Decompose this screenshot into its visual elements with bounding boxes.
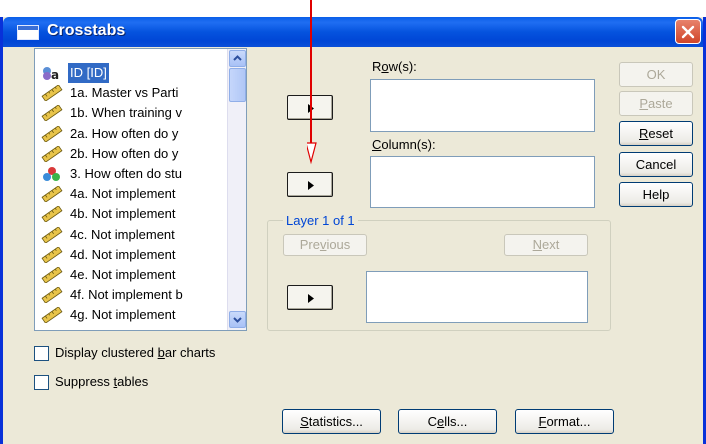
variable-list-item[interactable]: 3. How often do stu <box>37 164 227 184</box>
variable-label: 4b. Not implement <box>70 206 176 222</box>
columns-label: Column(s): <box>372 137 436 152</box>
rows-label: Row(s): <box>372 59 417 74</box>
columns-list[interactable] <box>370 156 595 208</box>
ok-button[interactable]: OK <box>619 62 693 87</box>
variable-label: 3. How often do stu <box>70 166 183 181</box>
svg-text:a: a <box>51 68 59 81</box>
suppress-tables-label[interactable]: Suppress tables <box>55 374 148 389</box>
variable-label: ID [ID] <box>68 63 109 83</box>
chevron-up-icon <box>233 55 242 61</box>
variable-label: 4f. Not implement b <box>70 287 183 303</box>
variable-label: 4a. Not implement <box>70 186 176 202</box>
next-button[interactable]: Next <box>504 234 588 256</box>
scroll-up-button[interactable] <box>229 50 246 67</box>
scale-ruler-icon <box>41 205 63 224</box>
nominal-id-icon: a <box>41 65 63 82</box>
scale-ruler-icon <box>41 124 63 143</box>
close-icon <box>681 25 695 39</box>
scroll-thumb[interactable] <box>229 68 246 102</box>
title-bar[interactable]: Crosstabs <box>3 17 703 47</box>
help-button[interactable]: Help <box>619 182 693 207</box>
chevron-down-icon <box>233 317 242 323</box>
variable-label: 1a. Master vs Parti <box>70 85 179 101</box>
previous-button[interactable]: Previous <box>283 234 367 256</box>
nominal-balls-icon <box>41 166 63 182</box>
variable-list-item[interactable]: 4c. Not implement <box>37 225 227 245</box>
scroll-down-button[interactable] <box>229 311 246 328</box>
scale-ruler-icon <box>41 185 63 203</box>
variable-list-scrollbar[interactable] <box>227 49 246 330</box>
variable-label: 4c. Not implement <box>70 226 175 242</box>
scale-ruler-icon <box>41 145 63 163</box>
statistics-button[interactable]: Statistics... <box>282 409 381 434</box>
window-title: Crosstabs <box>47 22 126 39</box>
variable-label: 2a. How often do y <box>70 125 179 141</box>
paste-button[interactable]: Paste <box>619 91 693 116</box>
variable-list-item[interactable]: 1b. When training v <box>37 103 227 123</box>
window-icon <box>17 25 39 40</box>
variable-list-item[interactable]: a ID [ID] <box>37 63 227 83</box>
cancel-button[interactable]: Cancel <box>619 152 693 177</box>
variable-list-item[interactable]: 4b. Not implement <box>37 204 227 224</box>
cells-button[interactable]: Cells... <box>398 409 497 434</box>
layer-list[interactable] <box>366 271 588 323</box>
scale-ruler-icon <box>41 246 63 264</box>
scale-ruler-icon <box>41 266 63 284</box>
variable-list-item[interactable]: 4a. Not implement <box>37 184 227 204</box>
variable-list[interactable]: 4g. Not implement 4f. Not implement b 4e. … <box>34 48 247 331</box>
variable-list-item[interactable]: 2b. How often do y <box>37 144 227 164</box>
scale-ruler-icon <box>41 286 63 304</box>
clustered-bar-charts-checkbox[interactable] <box>34 346 49 361</box>
suppress-tables-checkbox[interactable] <box>34 375 49 390</box>
reset-button[interactable]: Reset <box>619 121 693 146</box>
variable-label: 4d. Not implement <box>70 246 176 262</box>
annotation-arrow <box>307 0 317 165</box>
variable-label: 4e. Not implement <box>70 267 176 282</box>
variable-list-item[interactable]: 4f. Not implement b <box>37 285 227 305</box>
close-button[interactable] <box>675 19 701 44</box>
clustered-bar-charts-label[interactable]: Display clustered bar charts <box>55 345 215 360</box>
scale-ruler-icon <box>41 306 63 325</box>
variable-list-item[interactable]: 4g. Not implement <box>37 305 227 325</box>
rows-list[interactable] <box>370 79 595 132</box>
right-arrow-icon <box>308 181 314 190</box>
scale-ruler-icon <box>41 84 63 102</box>
scale-ruler-icon <box>41 225 63 244</box>
format-button[interactable]: Format... <box>515 409 614 434</box>
variable-list-item[interactable]: 1a. Master vs Parti <box>37 83 227 103</box>
layer-title: Layer 1 of 1 <box>283 213 358 228</box>
variable-list-item[interactable]: 4e. Not implement <box>37 265 227 285</box>
variable-list-item[interactable]: 4d. Not implement <box>37 245 227 265</box>
scale-ruler-icon <box>41 104 63 123</box>
variable-label: 2b. How often do y <box>70 145 179 161</box>
variable-list-item[interactable]: 2a. How often do y <box>37 124 227 144</box>
variable-label: 4g. Not implement <box>70 307 176 323</box>
variable-label: 1b. When training v <box>70 105 183 121</box>
